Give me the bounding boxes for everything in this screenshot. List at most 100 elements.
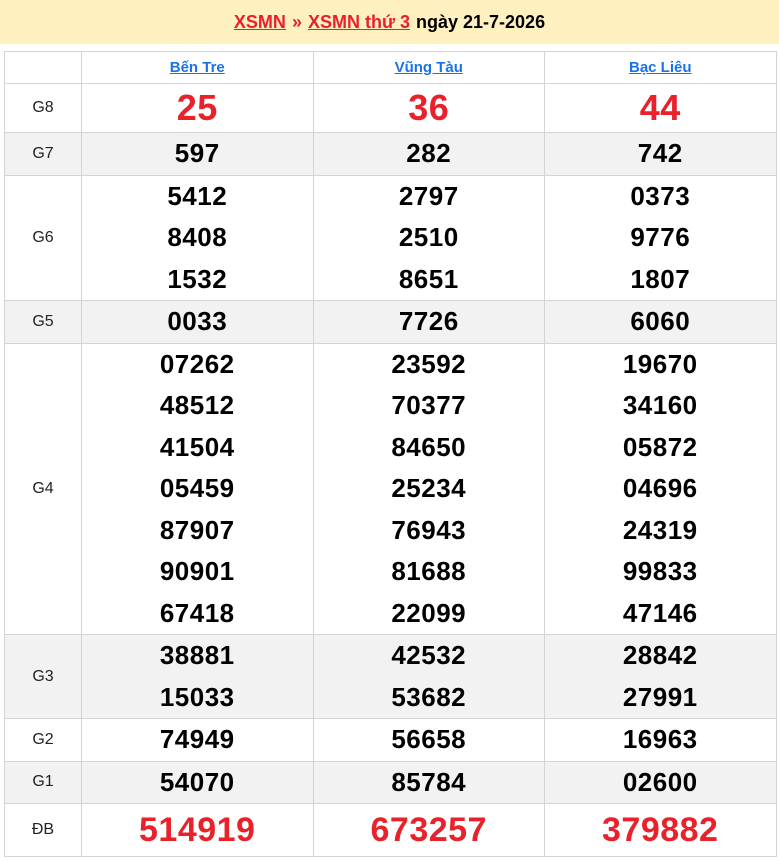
winning-number: 54070 (159, 766, 235, 797)
prize-cell: 28842 27991 (544, 634, 777, 719)
winning-number: 25234 (391, 473, 467, 503)
prize-cell: 25 (81, 83, 314, 133)
winning-number: 90901 (159, 556, 235, 586)
winning-number: 70377 (391, 390, 467, 420)
prize-cell: 38881 15033 (81, 634, 314, 719)
winning-number: 16963 (622, 724, 698, 754)
winning-number: 84650 (391, 431, 467, 462)
winning-number: 38881 (159, 640, 235, 670)
winning-number: 76943 (391, 514, 467, 545)
province-link-ben-tre[interactable]: Bến Tre (170, 59, 225, 76)
prize-cell: 85784 (312, 760, 545, 804)
winning-number: 0373 (630, 180, 691, 211)
prize-row-g6: G6 5412 8408 1532 2797 2510 8651 0373 9776 1807 (4, 174, 777, 301)
breadcrumb-separator: » (291, 11, 302, 32)
winning-number: 02600 (622, 766, 698, 797)
prize-row-g3: G3 38881 15033 42532 53682 28842 27991 (4, 634, 777, 719)
prize-row-g2: G2 74949 56658 16963 (4, 718, 777, 762)
prize-cell: 0373 9776 1807 (544, 174, 777, 301)
province-link-bac-lieu[interactable]: Bạc Liêu (629, 59, 692, 76)
prize-cell: 74949 (81, 718, 314, 762)
winning-number: 379882 (602, 811, 719, 849)
prize-label: G3 (4, 634, 82, 719)
prize-label: G2 (4, 718, 82, 762)
winning-number: 2797 (398, 180, 459, 211)
winning-number: 05872 (622, 431, 698, 462)
province-header-vung-tau: Vũng Tàu (312, 51, 545, 84)
winning-number: 282 (406, 138, 452, 168)
winning-number: 15033 (159, 681, 235, 712)
prize-label: G8 (4, 83, 82, 133)
prize-cell: 0033 (81, 300, 314, 344)
winning-number: 7726 (398, 306, 459, 336)
winning-number: 99833 (622, 556, 698, 586)
winning-number: 36 (408, 87, 450, 128)
prize-cell: 36 (312, 83, 545, 133)
province-header-ben-tre: Bến Tre (81, 51, 314, 84)
winning-number: 19670 (622, 348, 698, 379)
prize-row-g5: G5 0033 7726 6060 (4, 300, 777, 344)
winning-number: 04696 (622, 473, 698, 503)
winning-number: 56658 (391, 724, 467, 754)
winning-number: 0033 (167, 306, 228, 336)
prize-cell: 07262 48512 41504 05459 87907 90901 67418 (81, 342, 314, 635)
winning-number: 514919 (139, 811, 256, 849)
winning-number: 41504 (159, 431, 235, 462)
results-body: G8 25 36 44 G7 597 282 742 G6 5412 8408 1532 2797 251… (4, 83, 777, 857)
prize-cell: 44 (544, 83, 777, 133)
winning-number: 74949 (159, 724, 235, 754)
prize-cell: 379882 (544, 803, 777, 857)
prize-label: ĐB (4, 803, 82, 857)
winning-number: 53682 (391, 681, 467, 712)
winning-number: 27991 (622, 681, 698, 712)
winning-number: 673257 (370, 811, 487, 849)
winning-number: 5412 (167, 180, 228, 211)
prize-cell: 5412 8408 1532 (81, 174, 314, 301)
prize-cell: 673257 (312, 803, 545, 857)
prize-row-g1: G1 54070 85784 02600 (4, 760, 777, 804)
winning-number: 87907 (159, 514, 235, 545)
prize-cell: 19670 34160 05872 04696 24319 99833 47146 (544, 342, 777, 635)
prize-cell: 2797 2510 8651 (312, 174, 545, 301)
prize-cell: 7726 (312, 300, 545, 344)
prize-cell: 56658 (312, 718, 545, 762)
prize-cell: 6060 (544, 300, 777, 344)
xsmn-weekday-link[interactable]: XSMN thứ 3 (308, 12, 410, 33)
winning-number: 85784 (391, 766, 467, 797)
province-link-vung-tau[interactable]: Vũng Tàu (395, 59, 463, 76)
winning-number: 34160 (622, 390, 698, 420)
xsmn-link[interactable]: XSMN (234, 12, 286, 33)
prize-cell: 42532 53682 (312, 634, 545, 719)
winning-number: 28842 (622, 640, 698, 670)
winning-number: 597 (174, 138, 220, 168)
winning-number: 6060 (630, 306, 691, 336)
winning-number: 42532 (391, 640, 467, 670)
winning-number: 22099 (391, 597, 467, 628)
winning-number: 25 (176, 87, 218, 128)
winning-number: 47146 (622, 597, 698, 628)
winning-number: 67418 (159, 597, 235, 628)
prize-cell: 02600 (544, 760, 777, 804)
winning-number: 81688 (391, 556, 467, 586)
winning-number: 1532 (167, 263, 228, 294)
province-header-row: Bến Tre Vũng Tàu Bạc Liêu (4, 51, 777, 84)
prize-row-db: ĐB 514919 673257 379882 (4, 803, 777, 857)
prize-header-cell (4, 51, 82, 84)
winning-number: 48512 (159, 390, 235, 420)
prize-cell: 282 (312, 132, 545, 176)
prize-cell: 23592 70377 84650 25234 76943 81688 22099 (312, 342, 545, 635)
prize-cell: 514919 (81, 803, 314, 857)
prize-label: G1 (4, 760, 82, 804)
winning-number: 8651 (398, 263, 459, 294)
prize-row-g7: G7 597 282 742 (4, 132, 777, 176)
winning-number: 742 (637, 138, 683, 168)
province-header-bac-lieu: Bạc Liêu (544, 51, 777, 84)
winning-number: 9776 (630, 222, 691, 252)
winning-number: 44 (639, 87, 681, 128)
results-table: Bến Tre Vũng Tàu Bạc Liêu G8 25 36 44 G7 597 2… (4, 51, 777, 857)
winning-number: 8408 (167, 222, 228, 252)
prize-row-g8: G8 25 36 44 (4, 83, 777, 133)
prize-cell: 742 (544, 132, 777, 176)
prize-cell: 16963 (544, 718, 777, 762)
page-header: XSMN » XSMN thứ 3 ngày 21-7-2026 (0, 0, 779, 44)
